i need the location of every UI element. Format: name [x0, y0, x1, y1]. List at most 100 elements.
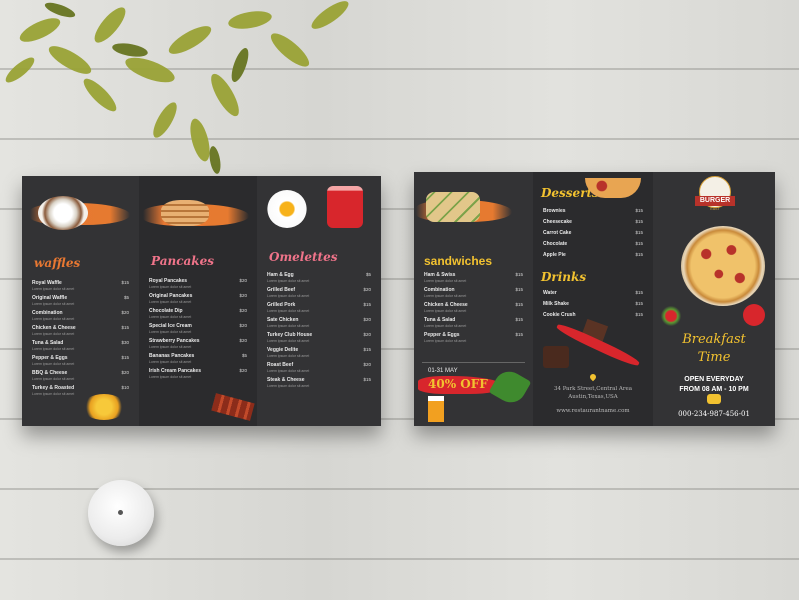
pancakes-heading: Pancakes [151, 254, 214, 268]
menu-item-price: $15 [363, 377, 371, 382]
menu-item-price: $20 [239, 293, 247, 298]
menu-item-name: Chocolate [543, 241, 568, 247]
promo-divider [422, 362, 525, 363]
menu-item: Original Pancakes $20 Lorem ipsum dolor si… [149, 293, 247, 309]
menu-item-price: $15 [635, 230, 643, 235]
menu-item-description: Lorem ipsum dolor sit amet [424, 279, 467, 283]
menu-item-name: Ham & Egg [267, 272, 294, 278]
drinks-heading: Drinks [541, 270, 587, 284]
menu-item: Grilled Pork $15 Lorem ipsum dolor sit ame… [267, 302, 371, 318]
menu-item-name: Tuna & Salad [424, 317, 456, 323]
menu-item-name: Apple Pie [543, 252, 566, 258]
menu-item-price: $15 [515, 272, 523, 277]
logo-sub-text: EAST [710, 207, 720, 211]
menu-item-name: Strawberry Pancakes [149, 338, 200, 344]
sandwiches-panel: sandwiches Ham & Swiss $15 Lorem ipsum dol… [414, 172, 533, 426]
waffles-heading: waffles [34, 256, 81, 270]
menu-item: Irish Cream Pancakes $20 Lorem ipsum dolor… [149, 368, 247, 384]
juice-splash-image [82, 394, 126, 420]
menu-item-price: $20 [121, 310, 129, 315]
menu-item-price: $10 [121, 385, 129, 390]
menu-item-description: Lorem ipsum dolor sit amet [32, 347, 75, 351]
menu-item-name: Sate Chicken [267, 317, 299, 323]
promo-offer: 40% OFF [428, 377, 488, 391]
menu-item-description: Lorem ipsum dolor sit amet [424, 339, 467, 343]
menu-item-price: $15 [121, 355, 129, 360]
menu-item-price: $15 [635, 290, 643, 295]
menu-item: Chicken & Cheese $15 Lorem ipsum dolor sit… [32, 325, 129, 341]
menu-item-description: Lorem ipsum dolor sit amet [267, 279, 310, 283]
menu-item-name: Pepper & Eggs [424, 332, 460, 338]
location-pin-icon [588, 372, 598, 382]
herbs-image [659, 304, 683, 328]
menu-item: Pepper & Eggs $15 Lorem ipsum dolor sit am… [32, 355, 129, 371]
menu-item-name: Tuna & Salad [32, 340, 64, 346]
menu-item: Grilled Beef $20 Lorem ipsum dolor sit ame… [267, 287, 371, 303]
menu-item: Combination $15 Lorem ipsum dolor sit amet [424, 287, 523, 303]
logo-main-text: BURGER [699, 197, 731, 204]
menu-item: Strawberry Pancakes $20 Lorem ipsum dolor … [149, 338, 247, 354]
menu-item-description: Lorem ipsum dolor sit amet [149, 375, 192, 379]
skewers-image [211, 393, 255, 421]
menu-item-description: Lorem ipsum dolor sit amet [149, 315, 192, 319]
desserts-drinks-panel: Desserts Brownies $15 Cheesecake $15 Carrot … [533, 172, 653, 426]
menu-item-name: Pepper & Eggs [32, 355, 68, 361]
menu-item-price: $5 [365, 272, 371, 277]
menu-item-name: Turkey & Roasted [32, 385, 75, 391]
menu-item-description: Lorem ipsum dolor sit amet [424, 309, 467, 313]
menu-item: Ham & Egg $5 Lorem ipsum dolor sit amet [267, 272, 371, 288]
menu-item-description: Lorem ipsum dolor sit amet [267, 339, 310, 343]
menu-item-name: Original Waffle [32, 295, 68, 301]
menu-item-name: Carrot Cake [543, 230, 572, 236]
menu-item-name: Grilled Beef [267, 287, 296, 293]
menu-item-description: Lorem ipsum dolor sit amet [32, 377, 75, 381]
menu-item-description: Lorem ipsum dolor sit amet [424, 324, 467, 328]
menu-item-price: $15 [515, 317, 523, 322]
menu-item-description: Lorem ipsum dolor sit amet [32, 287, 75, 291]
menu-item: Tuna & Salad $30 Lorem ipsum dolor sit ame… [32, 340, 129, 356]
menu-item: Special Ice Cream $20 Lorem ipsum dolor si… [149, 323, 247, 339]
menu-item-name: Combination [424, 287, 455, 293]
fried-egg-image [267, 190, 307, 228]
menu-item-name: Irish Cream Pancakes [149, 368, 201, 374]
menu-item: Bananas Pancakes $5 Lorem ipsum dolor sit … [149, 353, 247, 369]
menu-item-name: Cheesecake [543, 219, 572, 225]
menu-item-name: Veggie Delite [267, 347, 299, 353]
menu-item-description: Lorem ipsum dolor sit amet [149, 330, 192, 334]
website: www.restaurantname.com [556, 408, 630, 414]
pizza-image [681, 226, 765, 306]
plant-leaves-decoration [5, 1, 349, 174]
menu-item-description: Lorem ipsum dolor sit amet [267, 324, 310, 328]
menu-item-name: Combination [32, 310, 63, 316]
menu-item: Chicken & Cheese $15 Lorem ipsum dolor sit… [424, 302, 523, 318]
menu-item-price: $20 [363, 287, 371, 292]
sandwich-image [426, 192, 480, 222]
candle-decoration [88, 480, 154, 546]
menu-item-name: Cookie Crush [543, 312, 576, 318]
address-line-2: Austin,Texas,USA [568, 394, 618, 400]
sandwiches-heading: sandwiches [424, 254, 493, 268]
menu-item-description: Lorem ipsum dolor sit amet [149, 360, 192, 364]
mint-leaf-image [488, 366, 532, 408]
chocolate-cake-image [543, 346, 569, 368]
menu-item-price: $30 [121, 340, 129, 345]
menu-item: Pepper & Eggs $15 Lorem ipsum dolor sit am… [424, 332, 523, 348]
menu-item-price: $15 [363, 347, 371, 352]
cover-title-line-2: Time [697, 350, 731, 365]
cover-panel: BURGER EAST Breakfast Time OPEN EVERYDAY… [653, 172, 775, 426]
promo-date: 01-31 MAY [428, 368, 458, 374]
menu-item-description: Lorem ipsum dolor sit amet [149, 300, 192, 304]
menu-item-price: $20 [363, 362, 371, 367]
menu-item-description: Lorem ipsum dolor sit amet [267, 294, 310, 298]
menu-item-name: BBQ & Cheese [32, 370, 68, 376]
menu-item-name: Chicken & Cheese [32, 325, 76, 331]
menu-item-price: $20 [121, 370, 129, 375]
menu-item-price: $15 [635, 208, 643, 213]
menu-item-name: Royal Waffle [32, 280, 62, 286]
menu-item-description: Lorem ipsum dolor sit amet [32, 332, 75, 336]
cover-title-line-1: Breakfast [682, 332, 746, 347]
sauce-jar-image [327, 186, 363, 228]
menu-item-price: $20 [363, 317, 371, 322]
omelettes-heading: Omelettes [269, 250, 338, 264]
menu-item-name: Bananas Pancakes [149, 353, 195, 359]
